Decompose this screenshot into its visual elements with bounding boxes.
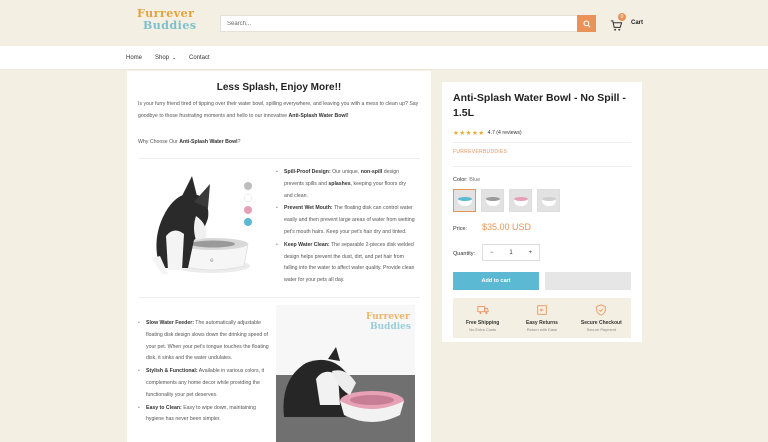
main-nav: Home Shop ⌄ Contact: [0, 46, 768, 70]
nav-item-contact[interactable]: Contact: [189, 55, 210, 61]
star-rating-icons: ★★★★★: [453, 130, 485, 137]
feature-item-clean-water: Keep Water Clean: The separable 2-pieces…: [276, 240, 416, 287]
chevron-down-icon: ⌄: [172, 55, 177, 61]
intro-text: Is your furry friend tired of tipping ov…: [138, 101, 419, 119]
product-vendor[interactable]: FURREVERBUDDIES: [453, 149, 507, 155]
description-intro: Is your furry friend tired of tipping ov…: [138, 99, 420, 122]
swatch-white[interactable]: [537, 189, 560, 212]
why-bold: Anti-Splash Water Bowl: [179, 139, 238, 145]
feature-item-easy-clean: Easy to Clean: Easy to wipe down, mainta…: [138, 403, 270, 427]
search-bar: [220, 15, 596, 32]
perks-bar: Free Shipping No Extra Costs Easy Return…: [453, 298, 631, 338]
feature-title: Stylish & Functional:: [146, 368, 198, 375]
cart-label: Cart: [631, 20, 644, 26]
feature-bold: splashes: [328, 180, 351, 187]
feature-bold: non-spill: [360, 169, 383, 175]
add-to-cart-button[interactable]: Add to cart: [453, 272, 539, 290]
perk-title: Secure Checkout: [580, 320, 622, 326]
color-label-text: Color:: [453, 177, 468, 183]
divider: [453, 142, 631, 143]
quantity-increase-button[interactable]: +: [528, 250, 532, 256]
svg-text:e: e: [210, 257, 214, 264]
cart-count-badge: 0: [618, 12, 626, 21]
quantity-decrease-button[interactable]: −: [490, 250, 494, 256]
cart-icon: 0: [610, 12, 626, 31]
feature-title: Prevent Wet Mouth:: [284, 205, 333, 212]
divider: [138, 297, 420, 298]
feature-list-a: Spill-Proof Design: Our unique, non-spil…: [276, 167, 416, 288]
search-button[interactable]: [577, 15, 596, 32]
rating-text: 4.7 (4 reviews): [487, 130, 522, 136]
perk-secure-checkout: Secure Checkout Secure Payment: [572, 298, 631, 338]
feature-item-slow-feeder: Slow Water Feeder: The automatically adj…: [138, 318, 270, 365]
divider: [138, 158, 420, 159]
feature-text: Our unique,: [330, 169, 361, 175]
search-icon: [582, 19, 591, 28]
feature-item-wet-mouth: Prevent Wet Mouth: The floating disk can…: [276, 203, 416, 238]
perk-title: Free Shipping: [465, 320, 500, 326]
product-description: Less Splash, Enjoy More!! Is your furry …: [127, 71, 431, 442]
nav-item-shop[interactable]: Shop ⌄: [155, 55, 176, 61]
feature-title: Slow Water Feeder:: [146, 320, 194, 326]
bowl-disk: [458, 197, 472, 201]
description-title: Less Splash, Enjoy More!!: [216, 82, 342, 93]
quantity-stepper: − 1 +: [482, 244, 540, 261]
return-box-icon: [537, 305, 547, 315]
dog-drinking-image: e: [138, 166, 263, 284]
watermark-line-1: Furrever: [366, 312, 410, 322]
cat-drinking-image: Furrever Buddies: [276, 305, 415, 442]
nav-item-home[interactable]: Home: [126, 55, 142, 61]
bowl-disk: [542, 197, 556, 201]
product-title: Anti-Splash Water Bowl - No Spill - 1.5L: [453, 92, 626, 119]
intro-bold: Anti-Splash Water Bowl!: [288, 112, 349, 119]
feature-title: Easy to Clean:: [146, 404, 182, 411]
quantity-label: Quantity:: [453, 251, 476, 257]
feature-list-b: Slow Water Feeder: The automatically adj…: [138, 318, 270, 427]
buy-now-button[interactable]: [545, 272, 631, 290]
quantity-value[interactable]: 1: [509, 250, 512, 256]
color-value: Blue: [469, 177, 481, 183]
perk-easy-returns: Easy Returns Return with Ease: [512, 298, 571, 338]
divider: [453, 166, 631, 167]
product-price: $35.00 USD: [482, 222, 532, 232]
truck-icon: [477, 306, 489, 315]
watermark-line-2: Buddies: [370, 322, 411, 332]
why-text: Why Choose Our: [138, 139, 180, 145]
shield-check-icon: [596, 304, 607, 316]
why-choose-heading: Why Choose Our Anti-Splash Water Bowl?: [138, 139, 240, 145]
perk-free-shipping: Free Shipping No Extra Costs: [453, 298, 512, 338]
feature-title: Spill-Proof Design:: [284, 169, 331, 175]
site-logo[interactable]: Furrever Buddies: [137, 8, 197, 38]
feature-title: Keep Water Clean:: [284, 241, 330, 248]
logo-line-2: Buddies: [143, 19, 197, 32]
perk-title: Easy Returns: [526, 320, 558, 326]
search-input[interactable]: [221, 16, 577, 31]
feature-item-spill-proof: Spill-Proof Design: Our unique, non-spil…: [276, 167, 416, 202]
product-rating[interactable]: ★★★★★ 4.7 (4 reviews): [453, 129, 522, 137]
price-label: Price:: [453, 226, 468, 232]
swatch-blue[interactable]: [453, 189, 476, 212]
site-header: Furrever Buddies 0 Cart: [0, 0, 768, 46]
brand-watermark-logo: Furrever Buddies: [366, 312, 411, 332]
feature-text: The automatically adjustable floating di…: [146, 320, 269, 362]
perk-subtitle: Secure Payment: [586, 327, 617, 332]
bowl-disk: [486, 197, 500, 201]
swatch-grey[interactable]: [481, 189, 504, 212]
perk-subtitle: Return with Ease: [526, 327, 558, 332]
cart-link[interactable]: 0 Cart: [610, 12, 644, 31]
bowl-disk: [514, 197, 528, 201]
color-label: Color: Blue: [453, 177, 480, 183]
perk-subtitle: No Extra Costs: [469, 327, 497, 332]
swatch-pink[interactable]: [509, 189, 532, 212]
color-swatches: [453, 189, 560, 212]
why-end: ?: [237, 139, 241, 145]
feature-item-stylish: Stylish & Functional: Available in vario…: [138, 366, 270, 401]
nav-item-shop-label: Shop: [155, 55, 170, 61]
